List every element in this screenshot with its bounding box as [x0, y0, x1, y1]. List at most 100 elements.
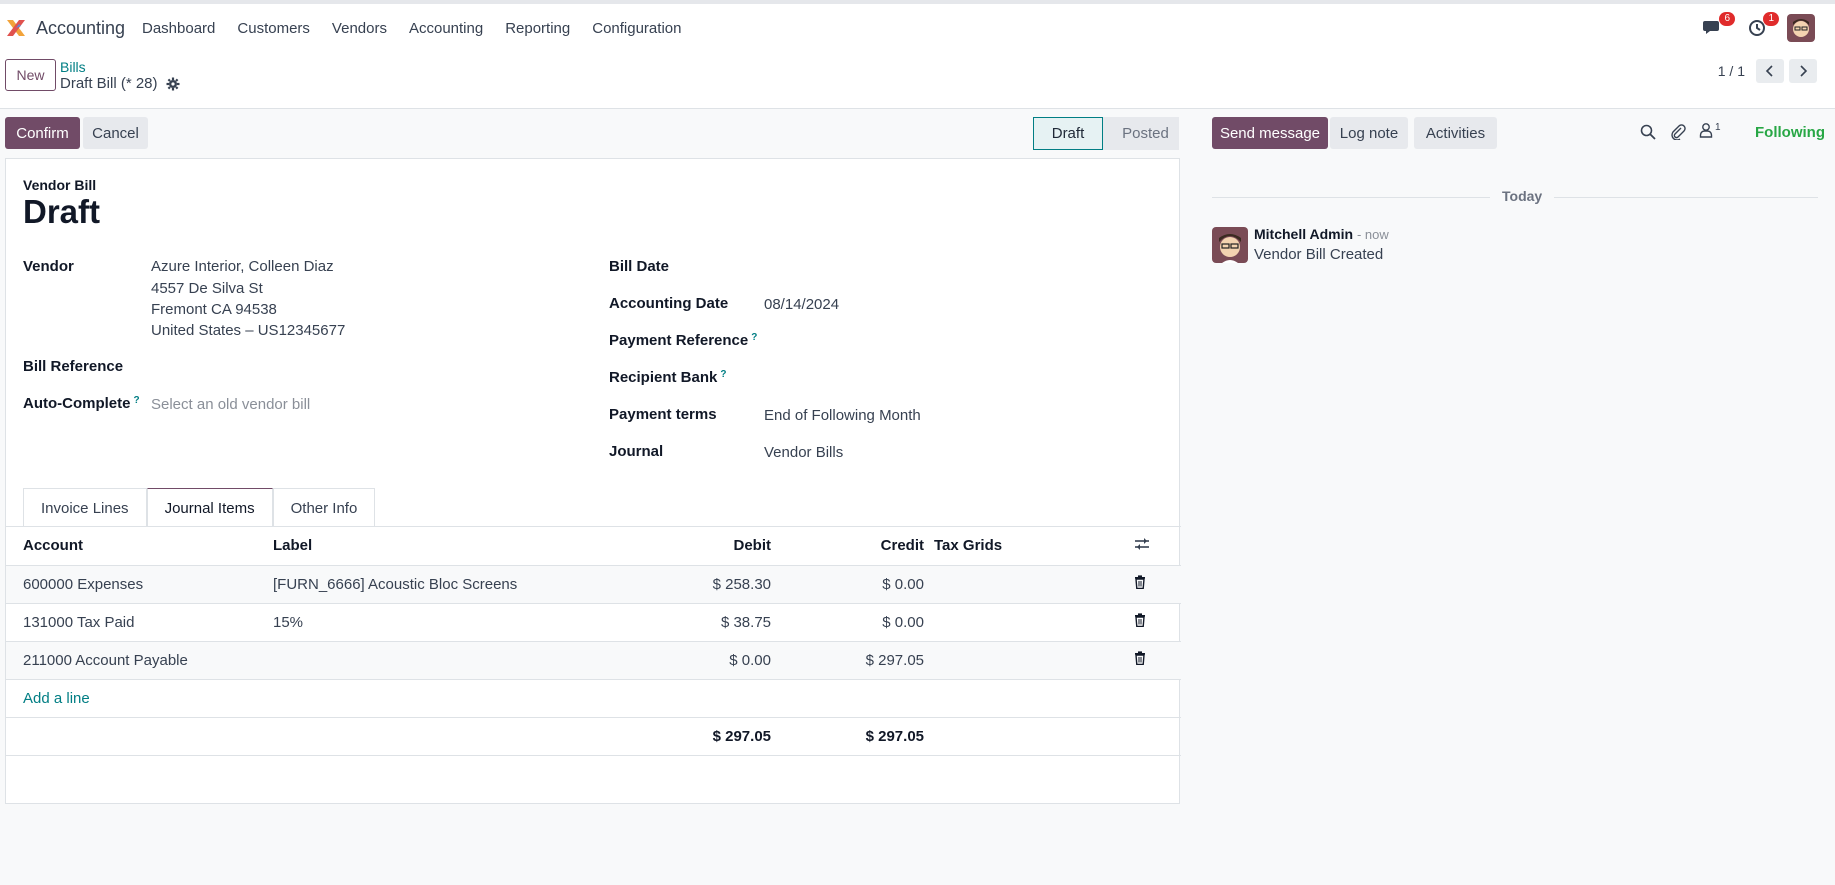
- vendor-label: Vendor: [23, 258, 74, 275]
- cell-account[interactable]: 211000 Account Payable: [23, 641, 273, 680]
- tab-invoice-lines[interactable]: Invoice Lines: [23, 488, 147, 527]
- cell-credit[interactable]: $ 297.05: [771, 641, 924, 680]
- activities-button[interactable]: Activities: [1414, 117, 1497, 149]
- add-line-row: Add a line: [6, 679, 1181, 718]
- cell-account[interactable]: 600000 Expenses: [23, 565, 273, 604]
- send-message-button[interactable]: Send message: [1212, 117, 1328, 149]
- delete-row-button[interactable]: [1134, 641, 1181, 680]
- message-author[interactable]: Mitchell Admin: [1254, 226, 1353, 242]
- cell-label[interactable]: [FURN_6666] Acoustic Bloc Screens: [273, 565, 523, 604]
- sliders-icon: [1135, 537, 1149, 550]
- cancel-button[interactable]: Cancel: [83, 117, 148, 149]
- main-menu: Dashboard Customers Vendors Accounting R…: [142, 20, 703, 37]
- message-header: Mitchell Admin - now: [1254, 226, 1389, 242]
- auto-complete-label: Auto-Complete?: [23, 395, 140, 412]
- status-posted[interactable]: Posted: [1102, 117, 1179, 150]
- record-title: Draft: [23, 193, 101, 230]
- delete-row-button[interactable]: [1134, 603, 1181, 642]
- bill-reference-input[interactable]: [151, 354, 571, 378]
- journal-label: Journal: [609, 443, 664, 460]
- log-note-button[interactable]: Log note: [1330, 117, 1408, 149]
- recipient-bank-label-text: Recipient Bank: [609, 369, 718, 386]
- column-header-label[interactable]: Label: [273, 527, 523, 566]
- cell-tax-grids[interactable]: [934, 641, 1134, 680]
- chatter-search-button[interactable]: [1640, 124, 1656, 144]
- pager-next-button[interactable]: [1789, 59, 1817, 83]
- messages-button[interactable]: 6: [1699, 12, 1735, 42]
- help-icon[interactable]: ?: [134, 395, 140, 406]
- chevron-right-icon: [1800, 65, 1808, 77]
- accounting-date-input[interactable]: 08/14/2024: [764, 296, 839, 313]
- optional-columns-button[interactable]: [1134, 527, 1181, 566]
- cell-tax-grids[interactable]: [934, 603, 1134, 642]
- bill-date-input[interactable]: [764, 254, 1064, 278]
- cell-account[interactable]: 131000 Tax Paid: [23, 603, 273, 642]
- cell-tax-grids[interactable]: [934, 565, 1134, 604]
- recipient-bank-input[interactable]: [764, 365, 1064, 389]
- tab-journal-items[interactable]: Journal Items: [146, 488, 273, 527]
- column-header-tax-grids[interactable]: Tax Grids: [934, 527, 1134, 566]
- payment-terms-input[interactable]: End of Following Month: [764, 407, 921, 424]
- pager-previous-button[interactable]: [1756, 59, 1784, 83]
- search-icon: [1640, 124, 1656, 140]
- table-row[interactable]: 211000 Account Payable $ 0.00 $ 297.05: [6, 641, 1181, 680]
- notebook-tabs: Invoice Lines Journal Items Other Info: [23, 488, 376, 527]
- menu-accounting[interactable]: Accounting: [409, 20, 483, 37]
- cell-credit[interactable]: $ 0.00: [771, 603, 924, 642]
- user-avatar[interactable]: [1787, 14, 1815, 42]
- bill-date-label: Bill Date: [609, 258, 670, 275]
- menu-customers[interactable]: Customers: [237, 20, 310, 37]
- activities-button[interactable]: 1: [1743, 12, 1779, 42]
- date-separator: Today: [1490, 188, 1555, 204]
- table-row[interactable]: 600000 Expenses [FURN_6666] Acoustic Blo…: [6, 565, 1181, 604]
- cell-credit[interactable]: $ 0.00: [771, 565, 924, 604]
- auto-complete-label-text: Auto-Complete: [23, 395, 131, 412]
- systray: 6 1: [1683, 12, 1815, 42]
- pager-value[interactable]: 1 / 1: [1718, 63, 1745, 79]
- trash-icon: [1135, 613, 1145, 628]
- help-icon[interactable]: ?: [720, 369, 726, 380]
- menu-vendors[interactable]: Vendors: [332, 20, 387, 37]
- new-button[interactable]: New: [5, 59, 56, 91]
- status-bar: Draft Posted: [1033, 117, 1179, 150]
- total-debit: $ 297.05: [523, 717, 771, 756]
- status-draft[interactable]: Draft: [1033, 117, 1103, 150]
- help-icon[interactable]: ?: [751, 332, 757, 343]
- app-logo-icon[interactable]: [5, 17, 27, 39]
- table-row[interactable]: 131000 Tax Paid 15% $ 38.75 $ 0.00: [6, 603, 1181, 642]
- column-header-account[interactable]: Account: [23, 527, 273, 566]
- message-author-avatar[interactable]: [1212, 227, 1248, 263]
- menu-dashboard[interactable]: Dashboard: [142, 20, 215, 37]
- vendor-address-line: Fremont CA 94538: [151, 301, 277, 318]
- auto-complete-input[interactable]: Select an old vendor bill: [151, 396, 310, 413]
- app-name[interactable]: Accounting: [36, 18, 125, 39]
- tab-other-info[interactable]: Other Info: [272, 488, 376, 527]
- cell-label[interactable]: [273, 641, 523, 680]
- cell-label[interactable]: 15%: [273, 603, 523, 642]
- payment-reference-input[interactable]: [764, 328, 1064, 352]
- payment-terms-label: Payment terms: [609, 406, 717, 423]
- cell-debit[interactable]: $ 0.00: [523, 641, 771, 680]
- followers-button[interactable]: 1: [1699, 122, 1721, 138]
- confirm-button[interactable]: Confirm: [5, 117, 80, 149]
- add-line-link[interactable]: Add a line: [23, 690, 90, 707]
- menu-reporting[interactable]: Reporting: [505, 20, 570, 37]
- cell-debit[interactable]: $ 38.75: [523, 603, 771, 642]
- journal-items-table: Account Label Debit Credit Tax Grids 600…: [6, 527, 1181, 756]
- gear-icon[interactable]: [166, 77, 180, 91]
- accounting-date-label: Accounting Date: [609, 295, 729, 312]
- breadcrumb-bills[interactable]: Bills: [60, 59, 86, 75]
- column-header-debit[interactable]: Debit: [523, 527, 771, 566]
- following-button[interactable]: Following: [1755, 124, 1825, 141]
- top-navbar: Accounting Dashboard Customers Vendors A…: [0, 0, 1835, 53]
- attachments-button[interactable]: [1670, 124, 1686, 144]
- menu-configuration[interactable]: Configuration: [592, 20, 681, 37]
- message-body: Vendor Bill Created: [1254, 246, 1384, 263]
- cell-debit[interactable]: $ 258.30: [523, 565, 771, 604]
- delete-row-button[interactable]: [1134, 565, 1181, 604]
- vendor-field[interactable]: Azure Interior, Colleen Diaz: [151, 258, 334, 275]
- total-credit: $ 297.05: [771, 717, 924, 756]
- column-header-credit[interactable]: Credit: [771, 527, 924, 566]
- followers-count: 1: [1715, 122, 1721, 133]
- journal-input[interactable]: Vendor Bills: [764, 444, 843, 461]
